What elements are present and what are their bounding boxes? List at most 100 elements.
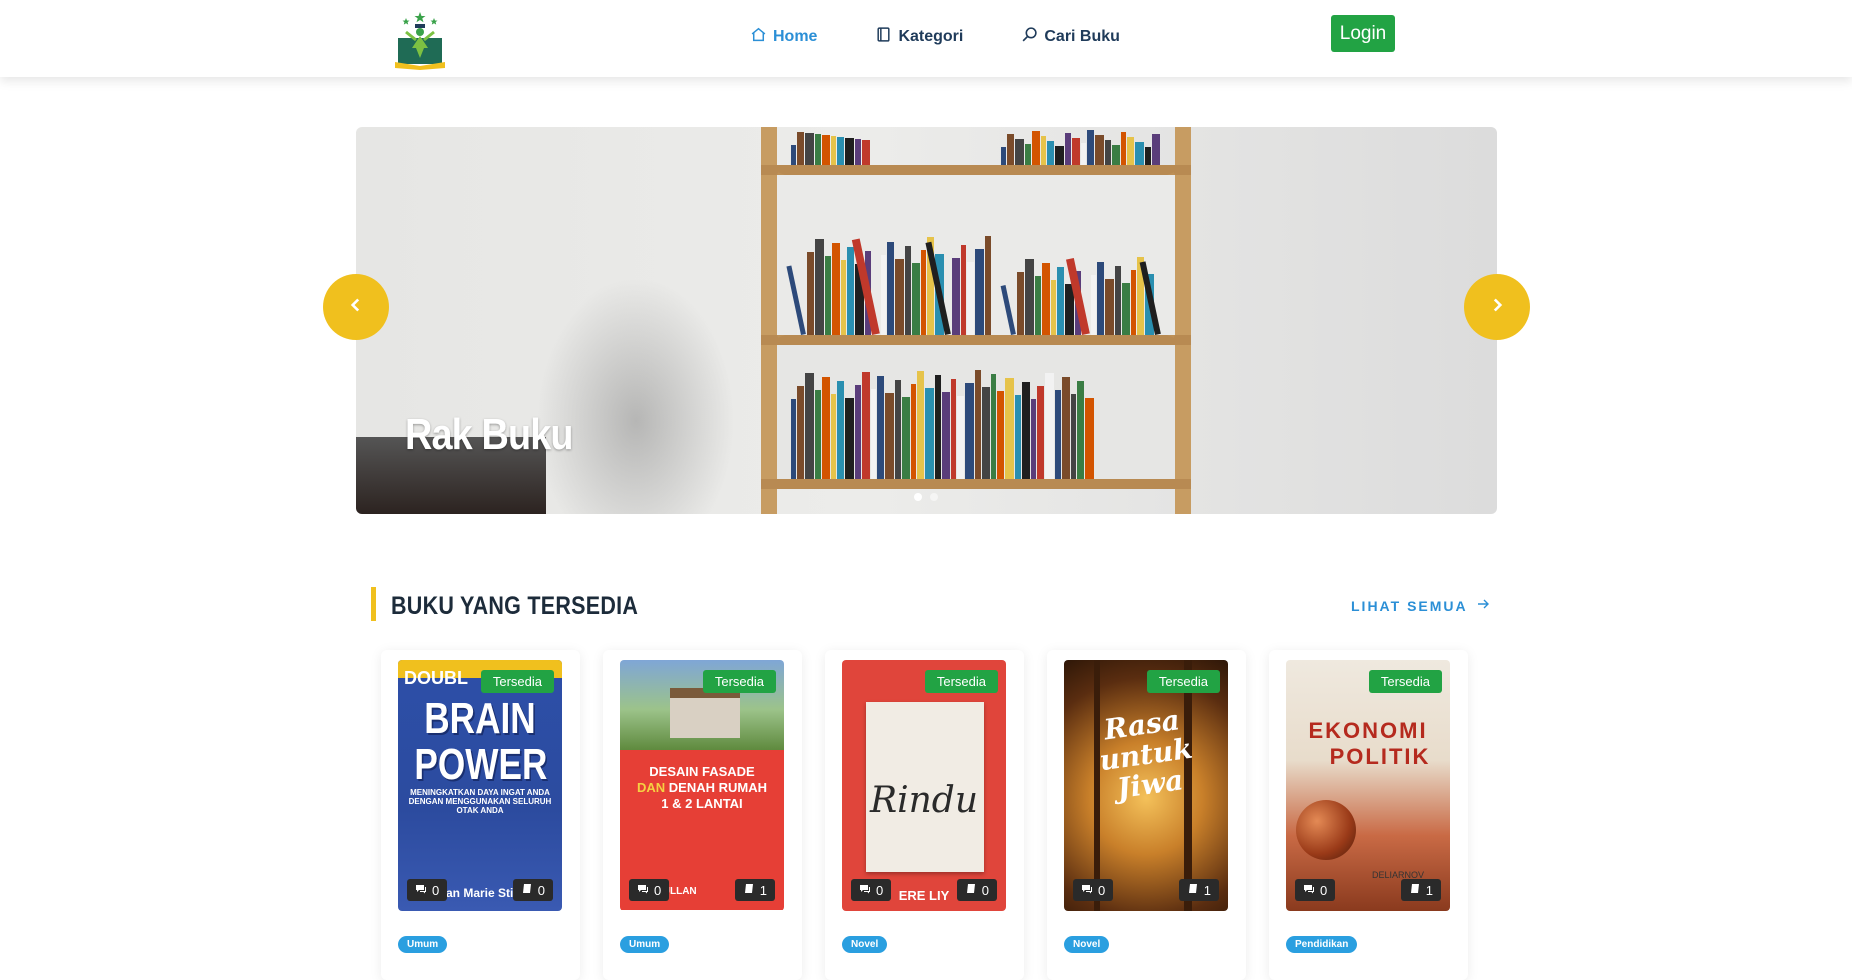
book-spine (957, 396, 964, 479)
book-spine (1042, 263, 1050, 335)
nav-home-label: Home (773, 28, 818, 45)
nav-kategori-label: Kategori (898, 28, 964, 45)
book-card[interactable]: EKONOMI POLITIK DELIARNOV Tersedia 0 1 P… (1269, 650, 1468, 980)
book-spine (862, 372, 870, 479)
category-pill[interactable]: Novel (1064, 936, 1110, 953)
slider-prev-button[interactable] (323, 274, 389, 340)
category-pill[interactable]: Novel (842, 936, 888, 953)
book-spine (1057, 267, 1064, 335)
book-icon (521, 883, 533, 898)
book-spine (845, 398, 854, 479)
book-card[interactable]: DOUBL BRAIN POWER MENINGKATKAN DAYA INGA… (381, 650, 580, 980)
book-spine (935, 375, 941, 479)
library-logo[interactable] (392, 10, 448, 70)
book-icon (1409, 883, 1421, 898)
book-spine (1087, 130, 1094, 165)
book-spine (1035, 276, 1041, 335)
hero-slider[interactable]: Rak Buku (356, 127, 1497, 514)
book-spine (887, 242, 894, 335)
book-spine (1085, 398, 1094, 479)
nav-kategori[interactable]: Kategori (875, 26, 963, 48)
book-spine (1105, 140, 1111, 165)
book-spine (991, 374, 996, 479)
category-pill[interactable]: Umum (620, 936, 670, 953)
cover-title-line: POWER (414, 740, 548, 789)
category-pill[interactable]: Pendidikan (1286, 936, 1358, 953)
nav-home[interactable]: Home (750, 26, 817, 48)
book-spine (1041, 136, 1046, 165)
book-spine (1077, 381, 1084, 479)
book-spine (797, 132, 804, 165)
book-spine (1022, 382, 1030, 479)
book-spine (797, 386, 804, 479)
category-pill[interactable]: Umum (398, 936, 448, 953)
book-spine (942, 392, 950, 479)
book-spine (1062, 377, 1070, 479)
book-spine (881, 255, 886, 335)
book-spine (1152, 134, 1160, 165)
book-spine (1055, 390, 1061, 479)
book-spine (982, 387, 990, 479)
comment-icon (1303, 883, 1315, 898)
section-accent-bar (371, 587, 376, 621)
comment-count: 0 (1073, 879, 1114, 901)
copy-count: 1 (1178, 879, 1219, 901)
book-spine (845, 138, 854, 165)
hero-caption: Rak Buku (405, 410, 574, 459)
book-spine (805, 133, 814, 165)
cover-title-line: Rasa untuk Jiwa (1097, 703, 1195, 806)
book-spine (871, 389, 876, 479)
book-card[interactable]: Rindu ERE LIY Tersedia 0 0 Novel (825, 650, 1024, 980)
book-spine (832, 243, 840, 335)
see-all-label: LIHAT SEMUA (1351, 597, 1468, 614)
slider-next-button[interactable] (1464, 274, 1530, 340)
book-cover[interactable]: Rasa untuk Jiwa Tersedia 0 1 (1064, 660, 1228, 911)
nav-cari-buku-label: Cari Buku (1044, 28, 1120, 45)
book-spine (805, 373, 814, 479)
book-spine (985, 236, 991, 335)
book-spine (1097, 262, 1104, 335)
book-spine (1091, 275, 1096, 335)
slider-dot-2[interactable] (930, 493, 938, 501)
book-spine (1095, 135, 1104, 165)
book-spine (1032, 131, 1040, 165)
bookshelf-image (761, 127, 1191, 514)
login-button[interactable]: Login (1331, 15, 1395, 52)
book-cover[interactable]: DESAIN FASADE DAN DENAH RUMAH 1 & 2 LANT… (620, 660, 784, 911)
book-cover[interactable]: Rindu ERE LIY Tersedia 0 0 (842, 660, 1006, 911)
book-spine (1037, 386, 1044, 479)
comment-icon (1081, 883, 1093, 898)
book-spine (815, 239, 824, 335)
book-spine (815, 390, 821, 479)
comment-count: 0 (1295, 879, 1336, 901)
book-cover[interactable]: DOUBL BRAIN POWER MENINGKATKAN DAYA INGA… (398, 660, 562, 911)
copy-count: 1 (1400, 879, 1441, 901)
book-icon (965, 883, 977, 898)
book-spine (837, 137, 844, 165)
book-spine (1025, 144, 1031, 165)
main-nav: Home Kategori Cari Buku (750, 26, 1120, 48)
status-badge: Tersedia (480, 670, 554, 693)
slider-dot-1[interactable] (914, 493, 922, 501)
copy-count: 0 (512, 879, 553, 901)
status-badge: Tersedia (1368, 670, 1442, 693)
book-card[interactable]: DESAIN FASADE DAN DENAH RUMAH 1 & 2 LANT… (603, 650, 802, 980)
hero-wall-shadow (536, 277, 736, 514)
book-spine (1115, 266, 1121, 335)
cover-title-line: POLITIK (1329, 744, 1431, 769)
comment-count: 0 (851, 879, 892, 901)
book-spine (902, 397, 910, 479)
book-spine (1105, 279, 1114, 335)
book-spine (855, 139, 861, 165)
book-spine (1065, 284, 1074, 335)
book-spine (1145, 147, 1151, 165)
chevron-right-icon (1486, 294, 1508, 321)
comment-count: 0 (629, 879, 670, 901)
book-card[interactable]: Rasa untuk Jiwa Tersedia 0 1 Novel (1047, 650, 1246, 980)
book-cover[interactable]: EKONOMI POLITIK DELIARNOV Tersedia 0 1 (1286, 660, 1450, 911)
book-spine (1007, 134, 1014, 165)
see-all-link[interactable]: LIHAT SEMUA (1351, 597, 1490, 614)
book-spine (791, 399, 796, 479)
nav-cari-buku[interactable]: Cari Buku (1021, 26, 1120, 48)
status-badge: Tersedia (1146, 670, 1220, 693)
